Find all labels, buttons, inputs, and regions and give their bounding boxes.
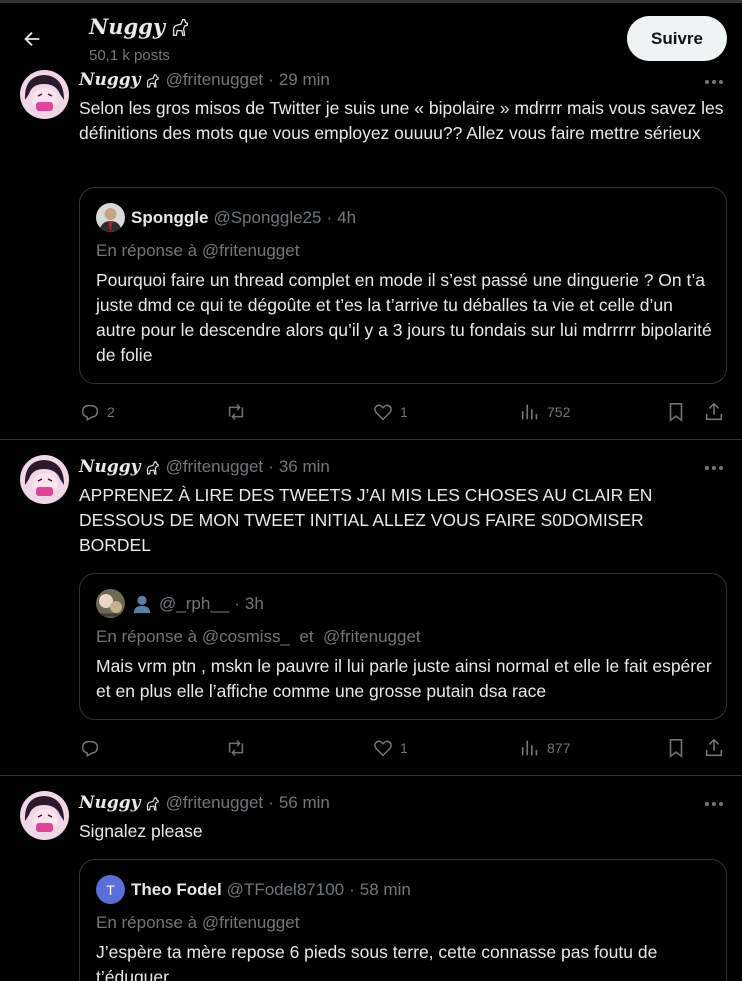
tweet[interactable]: Nuggy @fritenugget · 36 min APPRENEZ À L…: [0, 440, 742, 776]
quote-display-name: Theo Fodel: [131, 879, 222, 899]
quote-timestamp: 3h: [244, 593, 264, 613]
heart-icon: [374, 740, 392, 757]
repost-icon: [228, 404, 244, 420]
tweet[interactable]: Nuggy @fritenugget · 29 min Selon les gr…: [0, 68, 742, 440]
avatar: [96, 203, 125, 232]
share-button[interactable]: [703, 736, 725, 760]
view-count: 752: [547, 404, 571, 420]
post-count: 50,1 k posts: [89, 47, 170, 64]
avatar[interactable]: [20, 455, 69, 504]
reply-button[interactable]: 2: [79, 400, 115, 424]
avatar[interactable]: [20, 791, 69, 840]
views-button[interactable]: 877: [519, 736, 570, 760]
user-handle[interactable]: @fritenugget: [166, 457, 264, 477]
display-name[interactable]: Nuggy: [79, 457, 141, 477]
reply-count: 2: [107, 404, 115, 420]
bookmark-icon: [669, 738, 683, 758]
dog-emoji-icon: [144, 795, 161, 812]
user-handle[interactable]: @fritenugget: [166, 793, 264, 813]
quote-text: Mais vrm ptn , mskn le pauvre il lui par…: [96, 656, 712, 701]
repost-button[interactable]: [224, 736, 254, 760]
view-count: 877: [547, 740, 571, 756]
dog-emoji-icon: [172, 18, 189, 36]
bookmark-button[interactable]: [665, 400, 687, 424]
views-icon: [521, 404, 538, 420]
dog-emoji-icon: [144, 72, 161, 89]
quoted-tweet[interactable]: T Theo Fodel @TFodel87100 · 58 min En ré…: [79, 859, 727, 981]
bookmark-button[interactable]: [665, 736, 687, 760]
quote-header: @_rph__ · 3h: [96, 589, 264, 618]
avatar[interactable]: [20, 70, 69, 119]
tweet-meta: Nuggy @fritenugget · 36 min: [79, 457, 330, 477]
repost-icon: [228, 740, 244, 756]
separator-dot: ·: [326, 207, 333, 227]
back-button[interactable]: [14, 21, 50, 57]
dog-emoji-icon: [144, 459, 161, 476]
quote-header: Sponggle @Sponggle25 · 4h: [96, 203, 356, 232]
reply-button[interactable]: [79, 736, 107, 760]
tweet[interactable]: Nuggy @fritenugget · 56 min Signalez ple…: [0, 776, 742, 981]
tweet-actions: 1 877: [79, 736, 729, 760]
tweet-meta: Nuggy @fritenugget · 56 min: [79, 793, 330, 813]
reply-icon: [81, 740, 99, 758]
display-name[interactable]: Nuggy: [79, 70, 141, 90]
more-icon[interactable]: [700, 72, 728, 92]
views-button[interactable]: 752: [519, 400, 570, 424]
quote-handle: @Sponggle25: [213, 207, 322, 227]
separator-dot: ·: [349, 879, 355, 899]
quote-header: T Theo Fodel @TFodel87100 · 58 min: [96, 875, 411, 904]
heart-icon: [374, 404, 392, 421]
share-button[interactable]: [703, 400, 725, 424]
quote-timestamp: 4h: [337, 207, 357, 227]
like-count: 1: [400, 740, 408, 756]
quoted-tweet[interactable]: @_rph__ · 3h En réponse à @cosmiss_ et @…: [79, 573, 727, 720]
tweet-actions: 2 1 752: [79, 400, 729, 424]
share-icon: [705, 402, 723, 421]
reply-context: En réponse à @cosmiss_ et @fritenugget: [96, 627, 421, 646]
quote-text: Pourquoi faire un thread complet en mode…: [96, 270, 712, 365]
separator-dot: ·: [268, 457, 274, 476]
views-icon: [521, 740, 538, 756]
user-handle[interactable]: @fritenugget: [166, 70, 264, 90]
like-count: 1: [400, 404, 408, 420]
like-button[interactable]: 1: [372, 736, 408, 760]
profile-name-text: Nuggy: [89, 14, 166, 39]
profile-name: Nuggy: [89, 14, 191, 39]
separator-dot: ·: [268, 70, 274, 89]
quoted-tweet[interactable]: Sponggle @Sponggle25 · 4h En réponse à @…: [79, 187, 727, 384]
quote-text: J’espère ta mère repose 6 pieds sous ter…: [96, 942, 658, 981]
more-icon[interactable]: [700, 794, 728, 814]
separator-dot: ·: [268, 793, 274, 812]
more-icon[interactable]: [700, 458, 728, 478]
repost-button[interactable]: [224, 400, 254, 424]
reply-context: En réponse à @fritenugget: [96, 913, 300, 932]
quote-handle: @_rph__: [159, 593, 230, 613]
timestamp[interactable]: 29 min: [279, 70, 330, 90]
profile-header: Nuggy 50,1 k posts Suivre: [0, 0, 742, 68]
follow-button[interactable]: Suivre: [627, 16, 727, 61]
bookmark-icon: [669, 402, 683, 422]
reply-context: En réponse à @fritenugget: [96, 241, 300, 260]
person-emoji-icon: [133, 595, 151, 613]
timestamp[interactable]: 56 min: [279, 793, 330, 813]
separator-dot: ·: [234, 593, 240, 613]
avatar-letter: T: [106, 881, 115, 898]
quote-display-name: Sponggle: [131, 207, 209, 227]
display-name[interactable]: Nuggy: [79, 793, 141, 813]
avatar: T: [96, 875, 125, 904]
arrow-left-icon: [24, 31, 40, 47]
timestamp[interactable]: 36 min: [279, 457, 330, 477]
tweet-text: Signalez please: [79, 821, 203, 841]
quote-handle: @TFodel87100: [226, 879, 345, 899]
quote-timestamp: 58 min: [359, 879, 411, 899]
avatar: [96, 589, 125, 618]
share-icon: [705, 738, 723, 757]
reply-icon: [81, 404, 99, 422]
tweet-text: APPRENEZ À LIRE DES TWEETS J’AI MIS LES …: [79, 485, 653, 555]
tweet-meta: Nuggy @fritenugget · 29 min: [79, 70, 330, 90]
like-button[interactable]: 1: [372, 400, 408, 424]
tweet-text: Selon les gros misos de Twitter je suis …: [79, 98, 724, 143]
